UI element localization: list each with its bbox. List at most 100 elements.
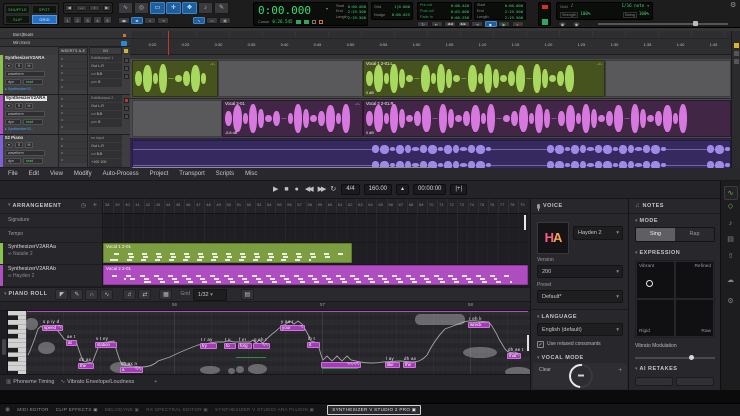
expression-header[interactable]: ▾EXPRESSION [635, 250, 680, 257]
vocal-mode-preset[interactable]: Clear [539, 368, 551, 374]
lane-synthv-b[interactable]: Vocal 2-01 -○- -5.8 dB Vocal 2 2-01.R 0 … [130, 99, 731, 139]
zoom-preset-button[interactable]: 5 [103, 16, 112, 24]
pointer-tool-icon[interactable]: ◤ [55, 289, 68, 300]
horizontal-zoom-icon[interactable]: ↔ [76, 5, 87, 11]
clip-gain-icon[interactable]: -○- [355, 102, 360, 106]
collapse-icon[interactable]: ▾ [4, 292, 7, 298]
zoom-in-arrow-icon[interactable]: ▶ [103, 5, 111, 11]
inserts-column[interactable] [58, 95, 88, 135]
synthv-logo-icon[interactable]: ∿ [724, 186, 738, 200]
link-track-icon[interactable]: ≡ [144, 17, 156, 24]
tab-midi-editor[interactable]: MIDI EDITOR [17, 407, 49, 412]
grabber-tool-icon[interactable]: ✥ [182, 2, 197, 14]
piano-roll[interactable]: Vocal 2 2-01 s p iy dspeed∿ ae tat dh ax… [0, 311, 530, 374]
edit-scroll-column[interactable] [731, 31, 740, 168]
zoom-preset-button[interactable]: 1 [63, 16, 72, 24]
expression-pad[interactable]: Vibrant Refined Rigid Raw [635, 260, 715, 338]
lane-synthv-a[interactable]: -○- Vocal 1 2-01.L -○- 0 dB [130, 59, 731, 99]
cloud-icon[interactable]: ☁ [721, 277, 740, 285]
mute-button[interactable]: M [25, 103, 33, 109]
voice-link[interactable]: ∞ Natalie 2 [8, 251, 102, 258]
output-selector[interactable]: Out L-R [89, 63, 122, 71]
track-mini-button[interactable] [124, 106, 129, 111]
pan-value[interactable]: 0 [98, 80, 100, 84]
menu-item[interactable]: Transport [179, 171, 204, 178]
play-icon[interactable]: ▶ [498, 21, 510, 27]
track-view-selector[interactable]: waveform [5, 150, 45, 156]
inserts-column[interactable] [58, 55, 88, 95]
audio-clip-piano[interactable] [132, 140, 731, 170]
automation-follow-icon[interactable]: ▭ [206, 17, 218, 24]
output-selector[interactable]: Out L-R [89, 103, 122, 111]
zoom-out-arrow-icon[interactable]: ◀ [65, 5, 73, 11]
inserts-column[interactable] [58, 135, 88, 168]
trim-tool-icon[interactable]: ▭ [150, 2, 165, 14]
mode-header[interactable]: ▾MODE [635, 218, 658, 225]
music-note-icon[interactable]: ♪ [721, 220, 740, 228]
empty-clip-region[interactable] [132, 100, 222, 137]
record-icon[interactable]: ● [295, 186, 299, 194]
piano-roll-ruler[interactable]: 56 57 58 [0, 302, 530, 311]
smart-tool-icon[interactable]: ♪ [198, 2, 213, 14]
vocal-mode-header[interactable]: ▾VOCAL MODE [537, 355, 584, 362]
chevron-down-icon[interactable]: ▾ [647, 5, 649, 9]
record-icon[interactable]: ● [512, 21, 524, 27]
spot-mode-button[interactable]: SPOT [32, 5, 57, 14]
punch-icon[interactable]: |+| [450, 184, 467, 195]
arrangement-header[interactable]: ▾ ARRANGEMENT ◷ + [0, 199, 102, 214]
automation-mode[interactable]: read [23, 119, 43, 125]
menu-item[interactable]: Modify [74, 171, 92, 178]
arr-track-b[interactable]: SynthesizerV2ARAb ∞ Hayden 2 [0, 265, 102, 287]
groove-knob2-icon[interactable]: ◉ [572, 21, 581, 27]
solo-button[interactable]: S [15, 142, 23, 148]
play-icon[interactable]: ▶ [273, 186, 278, 194]
volume-value[interactable]: 0.0 [97, 112, 102, 116]
vertical-zoom-icon[interactable]: ↕ [89, 5, 100, 11]
tab-phoneme-timing[interactable]: ▥Phoneme Timing [6, 379, 54, 385]
audio-clip-vocal1[interactable]: Vocal 1 2-01.L -○- 0 dB [363, 60, 605, 97]
counter-menu-arrow-icon[interactable]: ▾ [326, 7, 328, 11]
groove-knob-icon[interactable]: ◉ [558, 21, 567, 27]
menu-item[interactable]: Project [150, 171, 169, 178]
arr-lane-b[interactable]: Vocal 2 2-01 [103, 265, 528, 287]
pan-value[interactable]: +100 100 [89, 159, 122, 167]
record-arm-button[interactable]: ● [5, 142, 13, 148]
ara-plugin-label[interactable]: ▸ SynthesizerV2... [5, 88, 34, 92]
playhead[interactable] [168, 31, 169, 55]
relaxed-consonants-checkbox[interactable]: ✓ [537, 341, 544, 348]
solo-button[interactable]: S [15, 103, 23, 109]
automation-mode[interactable]: read [23, 158, 43, 164]
preset-select[interactable]: Default*▾ [537, 290, 623, 303]
volume-value[interactable]: 0.0 [97, 72, 102, 76]
stop-icon[interactable]: ■ [284, 186, 288, 194]
ai-retakes-header[interactable]: ▾AI RETAKES [635, 366, 677, 373]
io-column[interactable]: no input Out L-R vol 0.0 +100 100 [89, 135, 122, 168]
track-header-piano[interactable]: 02 Piano ● S M waveform dyn read no inpu… [0, 135, 130, 168]
record-arm-button[interactable]: ● [5, 63, 13, 69]
input-selector[interactable]: ExtMicInput 2 [89, 95, 122, 103]
pencil-tool-icon[interactable]: ✎ [214, 2, 229, 14]
marker-icon[interactable] [734, 43, 739, 48]
piano-note[interactable]: ∿∿∿∿ [321, 362, 361, 368]
language-select[interactable]: English (default)▾ [537, 323, 623, 336]
piano-note[interactable]: dh ae tthat∿ [507, 353, 521, 359]
return-to-zero-icon[interactable]: ⇤ [431, 21, 443, 27]
upload-icon[interactable]: ⇧ [721, 253, 740, 261]
timecode[interactable]: 00:00:00 [413, 184, 446, 195]
voice-avatar[interactable]: HA [537, 222, 569, 254]
empty-clip-region[interactable] [605, 60, 731, 97]
menu-item[interactable]: View [50, 171, 63, 178]
split-icon[interactable]: ⇄ [138, 289, 151, 300]
input-selector[interactable]: no input [89, 135, 122, 143]
automation-dyn[interactable]: dyn [5, 119, 21, 125]
clipboard-icon[interactable]: ▤ [721, 236, 740, 244]
rap-mode-button[interactable]: Rap [675, 228, 714, 241]
input-selector[interactable]: ExtMicInput 1 [89, 55, 122, 63]
fast-forward-icon[interactable]: ▶▶ [318, 186, 325, 194]
link-edit-icon[interactable]: ⇄ [131, 17, 143, 24]
tab-melodyne[interactable]: MELODYNE▣ [105, 407, 139, 412]
piano-note[interactable]: dh axthe [78, 363, 94, 369]
status-gear-icon[interactable]: ◉ [5, 407, 10, 414]
menu-item[interactable]: Auto-Process [103, 171, 139, 178]
loop-playback-icon[interactable]: ↻ [417, 21, 429, 27]
